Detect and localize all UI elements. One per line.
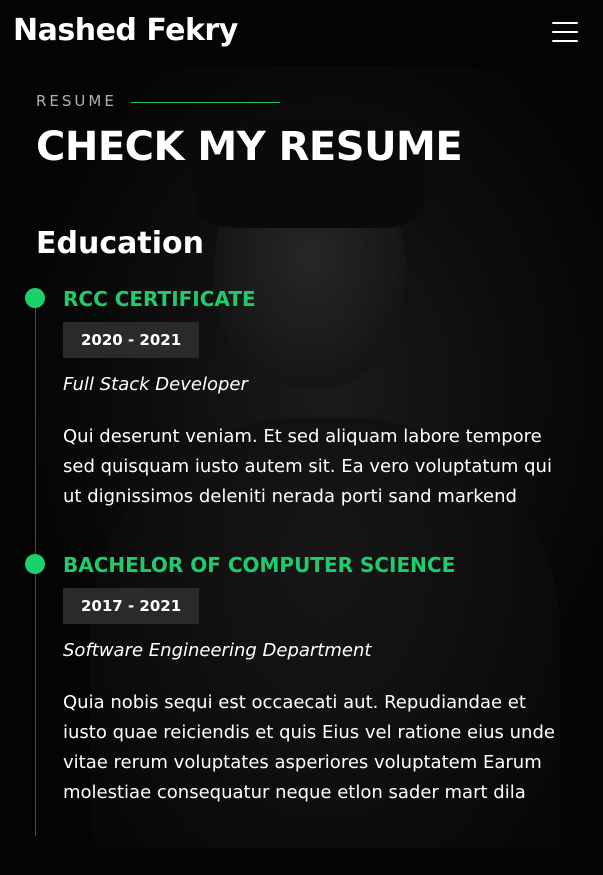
site-header: Nashed Fekry (0, 0, 603, 66)
resume-item-title: RCC CERTIFICATE (63, 287, 256, 311)
resume-item-title: BACHELOR OF COMPUTER SCIENCE (63, 553, 456, 577)
section-tag-divider (131, 102, 280, 103)
page: Nashed Fekry RESUME CHECK MY RESUME Educ… (0, 0, 603, 875)
section-title: CHECK MY RESUME (36, 124, 463, 170)
resume-item-role: Software Engineering Department (63, 640, 372, 661)
education-heading: Education (36, 226, 204, 261)
resume-section: RESUME CHECK MY RESUME Education RCC CER… (0, 0, 603, 875)
resume-item-role: Full Stack Developer (63, 374, 248, 395)
resume-item-description: Quia nobis sequi est occaecati aut. Repu… (63, 692, 555, 803)
timeline-dot-icon (25, 554, 45, 574)
site-logo[interactable]: Nashed Fekry (13, 13, 238, 48)
hamburger-menu-icon[interactable] (552, 21, 578, 43)
resume-item-description: Qui deserunt veniam. Et sed aliquam labo… (63, 426, 552, 507)
resume-item-date: 2017 - 2021 (63, 588, 200, 624)
timeline-dot-icon (25, 288, 45, 308)
resume-item-date: 2020 - 2021 (63, 322, 200, 358)
section-tag: RESUME (36, 92, 117, 110)
